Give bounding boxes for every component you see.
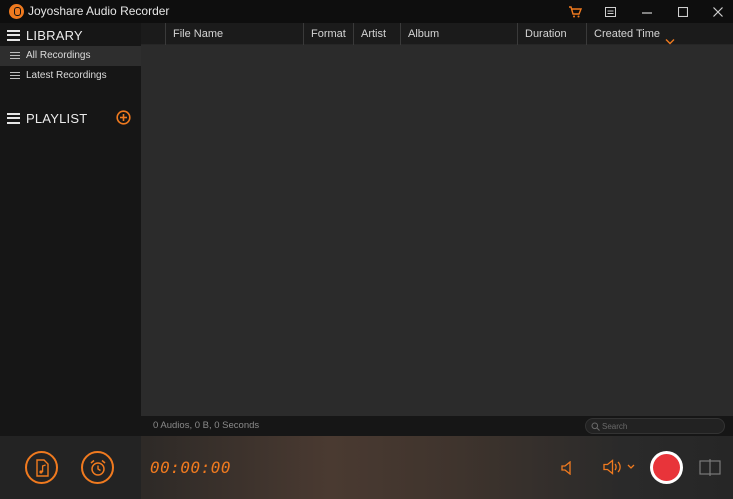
sidebar-item-all-recordings[interactable]: All Recordings <box>0 46 141 66</box>
status-bar: 0 Audios, 0 B, 0 Seconds <box>141 416 733 436</box>
add-playlist-icon[interactable] <box>116 110 131 125</box>
record-icon <box>653 454 680 481</box>
playlist-label: PLAYLIST <box>26 110 88 126</box>
column-file-name[interactable]: File Name <box>165 23 303 45</box>
maximize-icon[interactable] <box>668 0 698 23</box>
sidebar-item-latest-recordings[interactable]: Latest Recordings <box>0 66 141 86</box>
playlist-list-icon <box>7 112 20 124</box>
music-file-icon <box>35 458 49 477</box>
app-title: Joyoshare Audio Recorder <box>28 4 170 18</box>
table-header: File Name Format Artist Album Duration C… <box>141 23 733 45</box>
column-album[interactable]: Album <box>400 23 517 45</box>
list-icon <box>10 52 20 61</box>
search-icon <box>591 422 600 431</box>
speaker-icon <box>603 459 635 475</box>
recordings-summary: 0 Audios, 0 B, 0 Seconds <box>153 420 260 431</box>
close-icon[interactable] <box>703 0 733 23</box>
control-left-panel <box>0 436 141 499</box>
record-button[interactable] <box>650 451 683 484</box>
search-input[interactable] <box>602 420 720 432</box>
list-icon <box>10 72 20 81</box>
alarm-clock-icon <box>90 459 105 476</box>
menu-icon[interactable] <box>595 0 625 23</box>
control-bar: 00:00:00 <box>0 436 733 499</box>
column-artist[interactable]: Artist <box>353 23 400 45</box>
sidebar-item-label: Latest Recordings <box>26 70 107 81</box>
library-list-icon <box>7 29 20 41</box>
system-sound-icon[interactable] <box>561 460 573 476</box>
minimize-icon[interactable] <box>632 0 662 23</box>
schedule-button[interactable] <box>81 451 114 484</box>
app-logo-icon <box>9 4 24 19</box>
library-header[interactable]: LIBRARY <box>0 23 141 47</box>
split-screen-icon[interactable] <box>699 459 721 476</box>
recording-timer: 00:00:00 <box>150 458 232 477</box>
column-duration[interactable]: Duration <box>517 23 586 45</box>
volume-button[interactable] <box>603 459 637 475</box>
audio-format-button[interactable] <box>25 451 58 484</box>
title-bar: Joyoshare Audio Recorder <box>0 0 733 23</box>
column-format[interactable]: Format <box>303 23 353 45</box>
sidebar-item-label: All Recordings <box>26 50 91 61</box>
chevron-down-icon[interactable] <box>665 30 675 45</box>
library-label: LIBRARY <box>26 27 83 43</box>
recordings-list[interactable] <box>141 45 733 416</box>
search-box[interactable] <box>585 418 725 434</box>
sidebar: LIBRARY All Recordings Latest Recordings… <box>0 23 141 436</box>
cart-icon[interactable] <box>560 0 590 23</box>
